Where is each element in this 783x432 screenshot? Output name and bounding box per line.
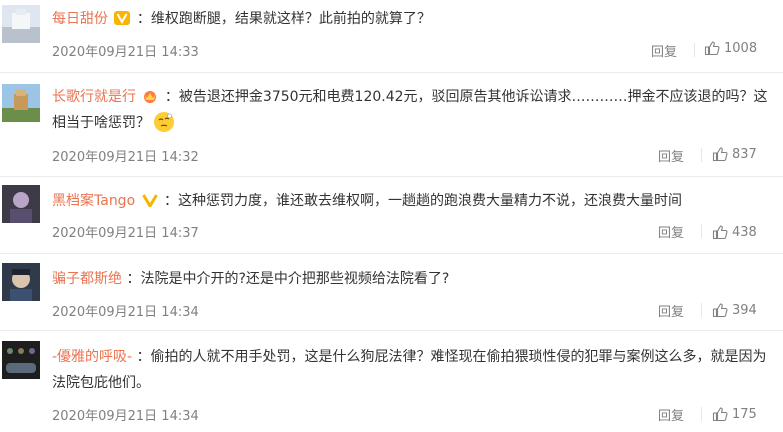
comment-text-line: -優雅的呼吸- ：偷拍的人就不用手处罚，这是什么狗屁法律？难怪现在偷拍猥琐性侵的… [52, 344, 767, 396]
comment-text: ：维权跑断腿，结果就这样？此前拍的就算了？ [136, 11, 431, 27]
action-divider [701, 224, 702, 238]
action-divider [694, 43, 695, 57]
avatar-image [2, 185, 40, 223]
avatar[interactable] [2, 84, 40, 122]
comment-divider [0, 253, 783, 254]
comment-timestamp: 2020年09月21日 14:32 [52, 150, 199, 165]
avatar[interactable] [2, 185, 40, 223]
thumbs-up-icon [704, 41, 720, 56]
action-divider [701, 303, 702, 317]
comment-timestamp: 2020年09月21日 14:33 [52, 45, 199, 60]
comment-text: ：这种惩罚力度，谁还敢去维权啊，一趟趟的跑浪费大量精力不说，还浪费大量时间 [164, 193, 683, 209]
crown-badge-icon [144, 91, 157, 103]
like-button[interactable]: 394 [712, 302, 757, 318]
comment-text-line: 长歌行就是行 ：被告退还押金3750元和电费120.42元，驳回原告其他诉讼请求… [52, 84, 772, 136]
comment-divider [0, 330, 783, 331]
thumbs-up-icon [712, 147, 728, 162]
reply-button[interactable]: 回复 [651, 41, 677, 60]
comment-text-line: 黑档案Tango ：这种惩罚力度，谁还敢去维权啊，一趟趟的跑浪费大量精力不说，还… [52, 188, 773, 214]
comment-timestamp: 2020年09月21日 14:34 [52, 305, 199, 320]
comment-divider [0, 72, 783, 73]
thumbs-up-icon [712, 225, 728, 240]
reply-button[interactable]: 回复 [658, 405, 684, 424]
avatar[interactable] [2, 5, 40, 43]
comment-text: ：偷拍的人就不用手处罚，这是什么狗屁法律？难怪现在偷拍猥琐性侵的犯罪与案例这么多… [52, 349, 767, 391]
comment-timestamp: 2020年09月21日 14:34 [52, 409, 199, 424]
like-count: 438 [732, 224, 757, 240]
thumbs-up-icon [712, 303, 728, 318]
avatar-image [2, 5, 40, 43]
reply-button[interactable]: 回复 [658, 301, 684, 320]
comment-text-line: 每日甜份 ：维权跑断腿，结果就这样？此前拍的就算了？ [52, 6, 773, 32]
avatar[interactable] [2, 263, 40, 301]
comment-text-line: 骗子都斯绝 ：法院是中介开的?还是中介把那些视频给法院看了? [52, 266, 773, 292]
like-button[interactable]: 175 [712, 406, 757, 422]
thinking-emoji-icon [154, 112, 175, 132]
like-count: 837 [732, 146, 757, 162]
comment-username[interactable]: 长歌行就是行 [52, 89, 136, 105]
like-count: 175 [732, 406, 757, 422]
avatar[interactable] [2, 341, 40, 379]
comment-divider [0, 176, 783, 177]
like-button[interactable]: 438 [712, 224, 757, 240]
like-count: 394 [732, 302, 757, 318]
vip-badge-icon [141, 194, 158, 207]
avatar-image [2, 341, 40, 379]
comment-username[interactable]: 黑档案Tango [52, 193, 135, 209]
like-button[interactable]: 1008 [704, 40, 757, 56]
comment-username[interactable]: -優雅的呼吸- [52, 349, 132, 365]
like-count: 1008 [724, 40, 758, 56]
reply-button[interactable]: 回复 [658, 146, 684, 165]
action-divider [701, 148, 702, 162]
vip-badge-icon [114, 11, 131, 25]
comment-username[interactable]: 每日甜份 [52, 11, 108, 27]
comment-username[interactable]: 骗子都斯绝 [52, 271, 122, 287]
reply-button[interactable]: 回复 [658, 222, 684, 241]
like-button[interactable]: 837 [712, 146, 757, 162]
avatar-image [2, 84, 40, 122]
avatar-image [2, 263, 40, 301]
comment-text: ：法院是中介开的?还是中介把那些视频给法院看了? [126, 271, 450, 287]
action-divider [701, 407, 702, 421]
comment-timestamp: 2020年09月21日 14:37 [52, 226, 199, 241]
thumbs-up-icon [712, 407, 728, 422]
